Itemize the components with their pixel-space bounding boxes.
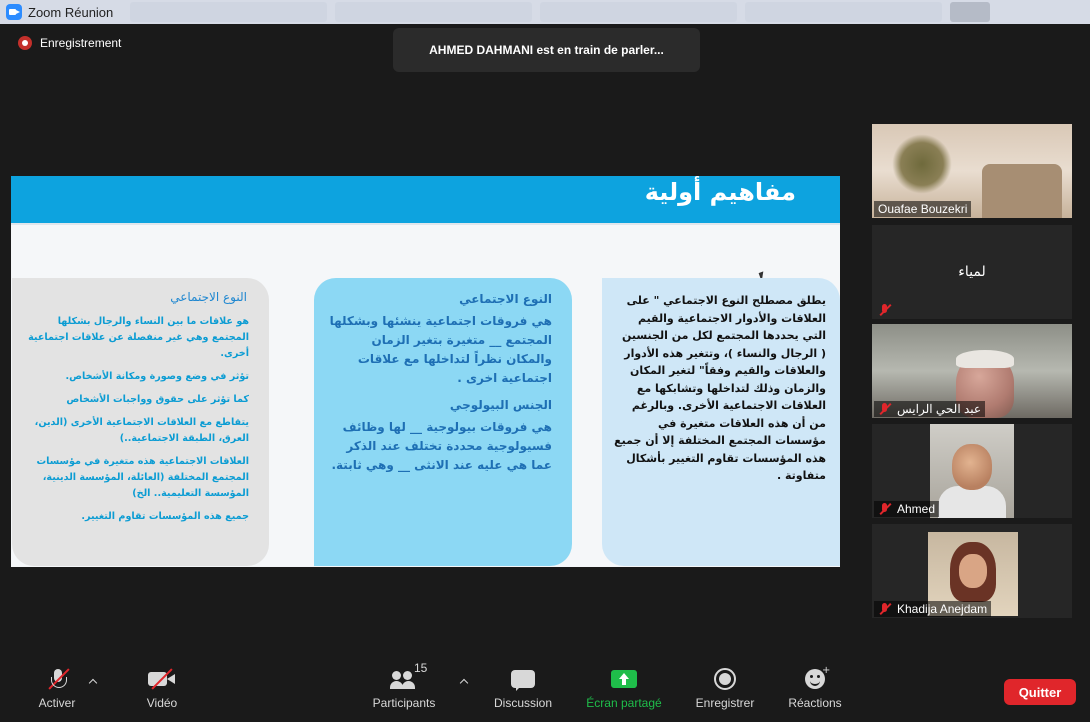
participant-name: Ouafae Bouzekri bbox=[878, 202, 968, 216]
participant-name: عبد الحي الرايس bbox=[897, 402, 982, 416]
participants-button[interactable]: 15 Participants bbox=[368, 661, 440, 718]
video-camera-off-icon bbox=[148, 668, 176, 690]
middle-card-body-gender: هي فروقات اجتماعية ينشئها وبشكلها المجتم… bbox=[329, 314, 552, 385]
participant-name-tag bbox=[874, 303, 896, 318]
meeting-toolbar: Activer Vidéo 15 Participants Discussion… bbox=[0, 660, 1090, 722]
unmute-label: Activer bbox=[38, 696, 76, 710]
window-title: Zoom Réunion bbox=[28, 4, 114, 20]
zoom-logo-icon bbox=[6, 4, 22, 20]
participant-name: Khadija Anejdam bbox=[897, 602, 988, 616]
share-screen-icon bbox=[611, 670, 637, 688]
unmute-button[interactable]: Activer bbox=[34, 668, 80, 718]
participant-tile[interactable]: Khadija Anejdam bbox=[872, 524, 1072, 618]
participant-name-tag: عبد الحي الرايس bbox=[874, 401, 986, 417]
middle-card-body-sex: هي فروقات بيولوجية __ لها وظائف فسيولوجي… bbox=[331, 420, 552, 472]
banner-divider bbox=[11, 223, 840, 225]
left-card-title: النوع الاجتماعي bbox=[170, 290, 247, 304]
microphone-muted-icon bbox=[48, 668, 70, 690]
recording-indicator[interactable]: Enregistrement bbox=[18, 36, 121, 50]
left-card-paragraph: جميع هذه المؤسسات تقاوم التغيير. bbox=[81, 511, 249, 522]
left-card-paragraph: يتقاطع مع العلاقات الاجتماعية الأخرى (ال… bbox=[34, 417, 249, 444]
participant-name-tag: Khadija Anejdam bbox=[874, 601, 992, 617]
audio-options-chevron-icon[interactable] bbox=[89, 678, 97, 686]
participants-options-chevron-icon[interactable] bbox=[460, 678, 468, 686]
chat-label: Discussion bbox=[493, 696, 553, 710]
recording-dot-icon bbox=[18, 36, 32, 50]
participant-tile[interactable]: Ouafae Bouzekri bbox=[872, 124, 1072, 218]
chat-button[interactable]: Discussion bbox=[489, 668, 557, 718]
participant-name: Ahmed bbox=[897, 502, 936, 516]
left-card-paragraph: كما تؤثر على حقوق وواجبات الأشخاص bbox=[66, 394, 249, 405]
reactions-button[interactable]: + Réactions bbox=[784, 665, 846, 718]
participant-name-tag: Ahmed bbox=[874, 501, 940, 517]
right-definition-card: يطلق مصطلح النوع الاجتماعي " على العلاقا… bbox=[602, 278, 840, 566]
title-bar: Zoom Réunion bbox=[0, 0, 1090, 24]
participants-label: Participants bbox=[372, 696, 436, 710]
participant-tile[interactable]: Ahmed bbox=[872, 424, 1072, 518]
mic-muted-icon bbox=[878, 502, 892, 516]
background-taskbar-tabs bbox=[130, 2, 990, 22]
meeting-stage: Enregistrement AHMED DAHMANI est en trai… bbox=[0, 24, 1090, 660]
zoom-window: Zoom Réunion Enregistrement AHMED DAHMAN… bbox=[0, 0, 1090, 722]
right-card-body: يطلق مصطلح النوع الاجتماعي " على العلاقا… bbox=[614, 294, 826, 482]
left-card-paragraph: تؤثر في وضع وصورة ومكانة الأشخاص. bbox=[65, 371, 249, 382]
left-card-paragraph: هو علاقات ما بين النساء والرجال بشكلها ا… bbox=[28, 316, 249, 359]
active-speaker-notice: AHMED DAHMANI est en train de parler... bbox=[393, 28, 700, 72]
record-icon bbox=[714, 668, 736, 690]
record-label: Enregistrer bbox=[695, 696, 755, 710]
left-definition-card: النوع الاجتماعي هو علاقات ما بين النساء … bbox=[12, 278, 269, 566]
slide-title: مفاهيم أولية bbox=[644, 178, 796, 206]
reactions-label: Réactions bbox=[788, 696, 842, 710]
mic-muted-icon bbox=[878, 402, 892, 416]
record-button[interactable]: Enregistrer bbox=[692, 668, 758, 718]
video-button[interactable]: Vidéo bbox=[142, 668, 182, 718]
participant-name-tag: Ouafae Bouzekri bbox=[874, 201, 972, 217]
share-screen-label: Écran partagé bbox=[586, 696, 662, 710]
mic-muted-icon bbox=[878, 304, 892, 317]
reactions-emoji-icon: + bbox=[805, 665, 830, 689]
participant-tile[interactable]: عبد الحي الرايس bbox=[872, 324, 1072, 418]
middle-card-heading-gender: النوع الاجتماعي bbox=[459, 292, 552, 306]
middle-card-heading-sex: الجنس البيولوجي bbox=[449, 398, 552, 412]
participant-video bbox=[930, 424, 1014, 518]
middle-definition-card: النوع الاجتماعي هي فروقات اجتماعية ينشئه… bbox=[314, 278, 572, 566]
leave-meeting-button[interactable]: Quitter bbox=[1004, 679, 1076, 705]
participants-count: 15 bbox=[414, 661, 428, 675]
chat-bubble-icon bbox=[511, 670, 535, 691]
participant-display-name: لمياء bbox=[958, 264, 986, 280]
participant-tile[interactable]: لمياء bbox=[872, 225, 1072, 319]
shared-screen-slide: مفاهيم أولية النوع الاجتماعي هو علاقات م… bbox=[11, 176, 840, 567]
video-label: Vidéo bbox=[146, 696, 178, 710]
left-card-paragraph: العلاقات الاجتماعية هذه متغيرة في مؤسسات… bbox=[36, 456, 249, 499]
share-screen-button[interactable]: Écran partagé bbox=[582, 668, 666, 718]
participants-icon: 15 bbox=[390, 661, 427, 689]
mic-muted-icon bbox=[878, 602, 892, 616]
recording-label: Enregistrement bbox=[40, 36, 122, 50]
